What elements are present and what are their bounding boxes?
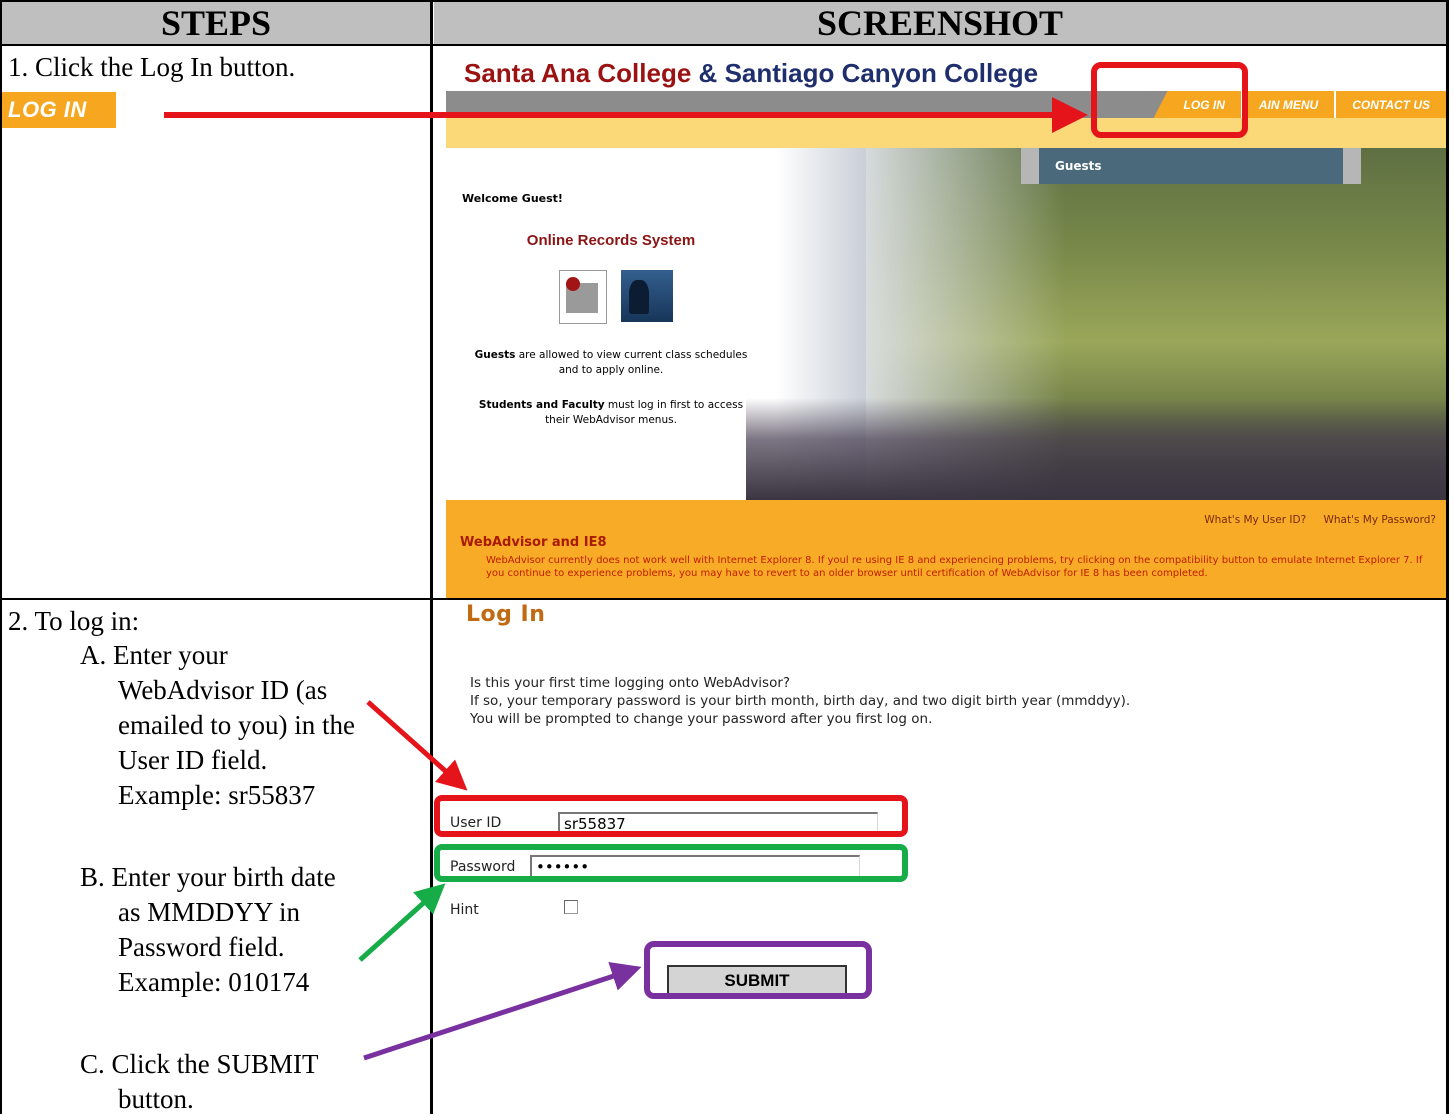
sac-logo-icon[interactable] [559, 270, 607, 324]
step2-a-line2: WebAdvisor ID (as [118, 675, 328, 705]
step2-a-line4: User ID field. [118, 745, 268, 775]
table-column-divider [430, 0, 433, 1114]
step2-c-line1: C. Click the SUBMIT [80, 1049, 319, 1079]
table-border-right [1446, 0, 1449, 1114]
help-links: What's My User ID? What's My Password? [1190, 514, 1436, 526]
ie8-notice-body: WebAdvisor currently does not work well … [486, 555, 1423, 579]
step2-b-line4: Example: 010174 [118, 967, 310, 997]
password-help-link[interactable]: What's My Password? [1323, 514, 1436, 526]
college-name-sac: Santa Ana College [464, 58, 692, 88]
guests-note-text-1: are allowed to view current class schedu… [515, 349, 748, 361]
nav-bar-yellow [446, 118, 1446, 148]
college-name-scc: Santiago Canyon College [724, 58, 1039, 88]
highlight-userid [434, 795, 908, 837]
ie8-notice-title: WebAdvisor and IE8 [460, 535, 607, 550]
college-banner: Santa Ana College & Santiago Canyon Coll… [464, 58, 1038, 89]
step2-b-line2: as MMDDYY in [118, 897, 300, 927]
header-steps-label: STEPS [160, 3, 272, 43]
students-note-bold: Students and Faculty [478, 399, 605, 411]
table-rule-header [0, 44, 1449, 46]
guests-note: Guests are allowed to view current class… [446, 348, 776, 378]
step2-a-line3: emailed to you) in the [118, 710, 355, 740]
welcome-text: Welcome Guest! [462, 192, 563, 205]
login-badge-image: LOG IN [2, 92, 116, 128]
login-info-line2: If so, your temporary password is your b… [470, 693, 1131, 709]
hero-area: Guests Welcome Guest! Online Records Sys… [446, 148, 1446, 500]
screenshot-webadvisor-home: Santa Ana College & Santiago Canyon Coll… [446, 50, 1446, 598]
step2-b-line3: Password field. [118, 932, 285, 962]
guests-note-text-2: and to apply online. [558, 364, 664, 376]
students-note-text-2: their WebAdvisor menus. [545, 414, 677, 426]
step2-c-line2: button. [118, 1084, 194, 1114]
login-heading: Log In [466, 602, 546, 627]
highlight-login-nav [1091, 62, 1248, 138]
nav-contact-us-tab[interactable]: CONTACT US [1334, 91, 1446, 118]
nav-main-menu-tab[interactable]: AIN MENU [1240, 91, 1335, 118]
table-border-top [0, 0, 1449, 2]
step2-a-line1: A. Enter your [80, 640, 228, 670]
college-ampersand: & [698, 58, 718, 88]
students-note: Students and Faculty must log in first t… [446, 398, 776, 428]
hero-students-photo [746, 398, 1446, 500]
header-screenshot-label: SCREENSHOT [816, 3, 1064, 43]
login-info-line1: Is this your first time logging onto Web… [470, 675, 791, 691]
hint-label: Hint [450, 902, 479, 918]
instruction-document: STEPS SCREENSHOT 1. Click the Log In but… [0, 0, 1454, 1114]
step2-b-line1: B. Enter your birth date [80, 862, 336, 892]
arrow-to-password [358, 883, 446, 962]
footer-notice: What's My User ID? What's My Password? W… [446, 500, 1446, 598]
students-note-text-1: must log in first to access [604, 399, 744, 411]
step2-intro: 2. To log in: [8, 606, 140, 636]
system-title: Online Records System [526, 232, 696, 249]
highlight-password [434, 844, 908, 882]
scc-logo-icon[interactable] [621, 270, 673, 322]
guests-note-bold: Guests [474, 349, 516, 361]
header-screenshot: SCREENSHOT [434, 2, 1446, 44]
login-info: Is this your first time logging onto Web… [470, 674, 1130, 728]
step1-text: 1. Click the Log In button. [8, 52, 296, 82]
table-border-left [0, 0, 2, 1114]
guests-menu-header[interactable]: Guests [1021, 148, 1361, 184]
step2-a-line5: Example: sr55837 [118, 780, 316, 810]
highlight-submit [644, 941, 872, 999]
hint-checkbox[interactable] [564, 900, 578, 914]
user-id-help-link[interactable]: What's My User ID? [1204, 514, 1306, 526]
header-steps: STEPS [2, 2, 430, 44]
login-info-line3: You will be prompted to change your pass… [470, 711, 933, 727]
